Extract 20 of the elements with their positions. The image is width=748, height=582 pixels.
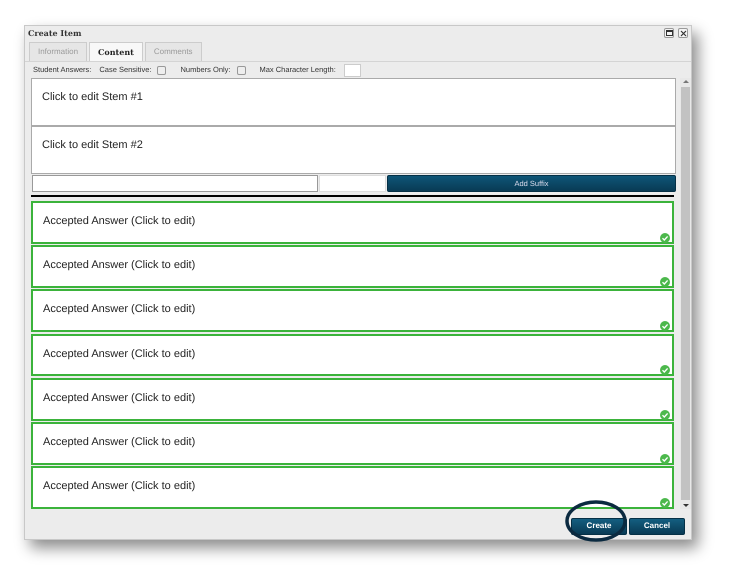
stem-editor[interactable]: Click to edit Stem #1 — [31, 78, 676, 126]
close-icon[interactable] — [678, 28, 688, 38]
stem-editor[interactable]: Click to edit Stem #2 — [31, 126, 676, 174]
window-title: Create Item — [28, 27, 82, 39]
answer-editor[interactable]: Accepted Answer (Click to edit) — [43, 392, 196, 404]
tab[interactable]: Content — [89, 42, 143, 61]
answer-editor[interactable]: Accepted Answer (Click to edit) — [43, 436, 196, 448]
answer-editor[interactable]: Accepted Answer (Click to edit) — [43, 480, 196, 492]
answer-editor[interactable]: Accepted Answer (Click to edit) — [43, 348, 196, 360]
checkbox[interactable] — [157, 66, 166, 74]
dialog-button[interactable]: Create — [571, 518, 627, 534]
scroll-down-icon[interactable] — [682, 503, 688, 509]
answer-editor[interactable]: Accepted Answer (Click to edit) — [43, 303, 196, 316]
max-length-field[interactable] — [344, 64, 361, 76]
answer-editor[interactable]: Accepted Answer (Click to edit) — [43, 214, 196, 227]
maximize-icon[interactable] — [664, 28, 674, 38]
answer-editor[interactable]: Accepted Answer (Click to edit) — [43, 259, 196, 272]
checkbox[interactable] — [236, 66, 246, 74]
scroll-up-icon[interactable] — [682, 78, 688, 84]
dialog-button[interactable]: Cancel — [629, 518, 685, 534]
